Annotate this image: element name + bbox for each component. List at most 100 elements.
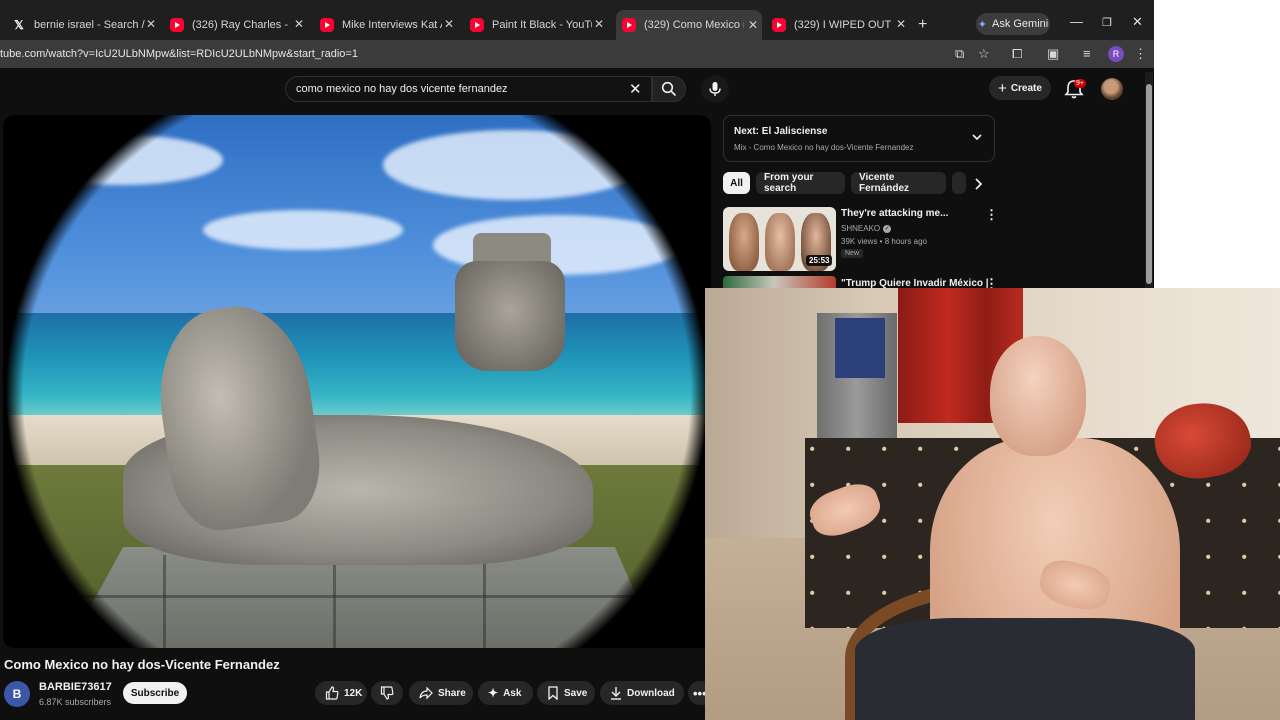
split-view-icon[interactable]: ▣	[1047, 46, 1059, 62]
bookmark-icon	[548, 686, 558, 700]
tab-bar: 𝕏 bernie israel - Search / X ✕ (326) Ray…	[0, 0, 1154, 40]
recommendation-title[interactable]: "Trump Quiere Invadir México |	[841, 278, 989, 288]
save-label: Save	[564, 687, 588, 699]
youtube-icon	[470, 18, 484, 32]
profile-avatar[interactable]: R	[1108, 46, 1124, 62]
like-count: 12K	[344, 687, 363, 699]
chip-vicente-fernandez[interactable]: Vicente Fernández	[851, 172, 946, 194]
screen: 𝕏 bernie israel - Search / X ✕ (326) Ray…	[0, 0, 1280, 720]
extensions-icon[interactable]: ⧠	[1012, 46, 1022, 62]
share-icon	[419, 686, 433, 700]
recommendation-meta: 39K views • 8 hours ago	[841, 237, 927, 246]
search-icon	[661, 81, 677, 97]
media-controls-icon[interactable]: ≡	[1083, 46, 1091, 61]
recommendation-thumbnail[interactable]	[723, 276, 836, 288]
close-icon[interactable]: ✕	[294, 17, 304, 31]
channel-name[interactable]: BARBIE73617	[39, 681, 112, 693]
tab-wiped-out[interactable]: (329) I WIPED OUT a Trump ✕	[772, 12, 910, 38]
webcam-fridge-box	[835, 318, 885, 378]
address-bar[interactable]: tube.com/watch?v=IcU2ULbNMpw&list=RDIcU2…	[0, 40, 1154, 68]
video-duration: 25:53	[806, 255, 833, 266]
bookmark-star-icon[interactable]: ☆	[978, 46, 990, 62]
create-button[interactable]: + Create	[989, 76, 1051, 100]
restore-icon[interactable]: ❐	[1102, 16, 1112, 29]
up-next-subtitle: Mix - Como Mexico no hay dos-Vicente Fer…	[734, 143, 914, 152]
chip-overflow[interactable]	[952, 172, 966, 194]
channel-avatar[interactable]: B	[4, 681, 30, 707]
chevron-down-icon[interactable]	[970, 130, 984, 144]
thumbnail-face	[765, 213, 795, 271]
recommendation-channel[interactable]: SHNEAKO ✓	[841, 224, 892, 233]
notification-count-badge: 9+	[1074, 79, 1086, 88]
ask-gemini-button[interactable]: ✦ Ask Gemini	[976, 13, 1050, 35]
up-next-title: Next: El Jalisciense	[734, 126, 828, 137]
youtube-icon	[170, 18, 184, 32]
chip-all[interactable]: All	[723, 172, 750, 194]
share-button[interactable]: Share	[409, 681, 473, 705]
more-vertical-icon[interactable]: ⋮	[985, 207, 998, 223]
microphone-icon	[709, 82, 721, 96]
subscriber-count: 6.87K subscribers	[39, 697, 112, 707]
sparkle-icon: ✦	[488, 686, 499, 700]
new-badge: New	[841, 249, 864, 258]
video-title: Como Mexico no hay dos-Vicente Fernandez	[4, 657, 280, 672]
tab-paint-it-black[interactable]: Paint It Black - YouTube ✕	[470, 12, 608, 38]
close-icon[interactable]: ✕	[896, 17, 906, 31]
tab-como-mexico[interactable]: (329) Como Mexico no hay d ✕	[616, 10, 762, 40]
subscribe-button[interactable]: Subscribe	[123, 682, 187, 704]
thumbs-up-icon	[325, 686, 339, 700]
download-label: Download	[627, 687, 675, 699]
minimize-icon[interactable]: —	[1070, 14, 1083, 29]
video-player[interactable]	[3, 115, 711, 648]
verified-check-icon: ✓	[883, 224, 892, 233]
up-next-panel[interactable]: Next: El Jalisciense Mix - Como Mexico n…	[723, 115, 995, 162]
close-icon[interactable]: ✕	[748, 18, 758, 32]
url-text[interactable]: tube.com/watch?v=IcU2ULbNMpw&list=RDIcU2…	[0, 48, 358, 60]
save-button[interactable]: Save	[537, 681, 595, 705]
close-icon[interactable]: ✕	[594, 17, 604, 31]
tab-ray-charles[interactable]: (326) Ray Charles - America ✕	[170, 12, 308, 38]
voice-search-button[interactable]	[701, 75, 729, 103]
chevron-right-icon[interactable]	[970, 176, 986, 192]
create-label: Create	[1010, 82, 1042, 94]
tab-title: Paint It Black - YouTube	[492, 19, 592, 31]
new-tab-button[interactable]: +	[918, 16, 927, 34]
close-icon[interactable]: ✕	[146, 17, 156, 31]
chip-from-your-search[interactable]: From your search	[756, 172, 845, 194]
page-scrollbar-thumb[interactable]	[1146, 84, 1152, 284]
account-avatar[interactable]	[1101, 78, 1123, 100]
browser-menu-icon[interactable]: ⋮	[1134, 46, 1147, 62]
thumbnail-face	[729, 213, 759, 271]
webcam-overlay	[705, 288, 1280, 720]
download-button[interactable]: Download	[600, 681, 684, 705]
tab-title: (329) Como Mexico no hay d	[644, 19, 744, 31]
tab-mike-interviews[interactable]: Mike Interviews Kat Abughaz ✕	[320, 12, 458, 38]
tab-x-search[interactable]: 𝕏 bernie israel - Search / X ✕	[12, 12, 160, 38]
search-box[interactable]	[285, 76, 652, 102]
ask-button[interactable]: ✦ Ask	[478, 681, 533, 705]
youtube-icon	[320, 18, 334, 32]
recommendation-title[interactable]: They're attacking me...	[841, 208, 948, 219]
like-button[interactable]: 12K	[315, 681, 367, 705]
install-app-icon[interactable]: ⧉	[955, 46, 964, 62]
tab-title: bernie israel - Search / X	[34, 19, 146, 31]
close-icon[interactable]: ✕	[444, 17, 454, 31]
tab-title: (329) I WIPED OUT a Trump	[794, 19, 894, 31]
share-label: Share	[438, 687, 466, 699]
video-frame-vignette	[3, 115, 711, 648]
download-icon	[611, 687, 621, 700]
tab-title: Mike Interviews Kat Abughaz	[342, 19, 442, 31]
recommendation-channel-name: SHNEAKO	[841, 224, 881, 233]
plus-icon: +	[998, 79, 1007, 97]
ask-gemini-label: Ask Gemini	[991, 18, 1049, 30]
thumbs-down-icon	[380, 686, 394, 700]
search-input[interactable]	[296, 83, 616, 95]
search-button[interactable]	[652, 76, 686, 102]
webcam-person-pants	[855, 618, 1195, 720]
tab-title: (326) Ray Charles - America	[192, 19, 290, 31]
dislike-button[interactable]	[371, 681, 403, 705]
close-window-icon[interactable]: ✕	[1132, 14, 1143, 30]
gemini-sparkle-icon: ✦	[977, 18, 987, 31]
clear-search-icon[interactable]: ✕	[629, 80, 642, 98]
more-vertical-icon[interactable]: ⋮	[985, 276, 998, 288]
